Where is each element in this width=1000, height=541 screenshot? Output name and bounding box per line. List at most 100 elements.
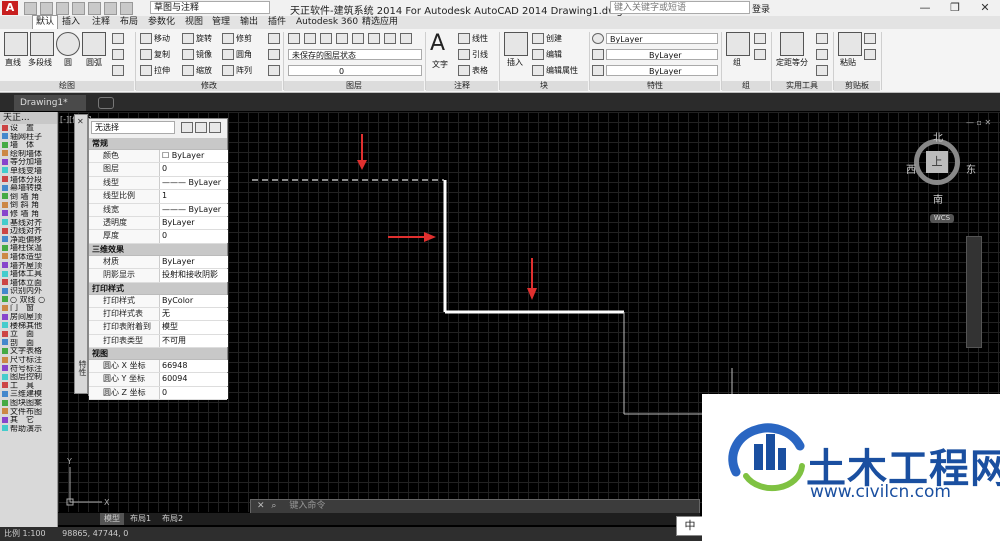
tool-menu-item[interactable]: 倒 墙 角 bbox=[0, 193, 57, 202]
tool-menu-item[interactable]: 图块图案 bbox=[0, 399, 57, 408]
edit-block-button[interactable]: 编辑 bbox=[532, 49, 562, 60]
tool-menu-item[interactable]: 基线对齐 bbox=[0, 219, 57, 228]
cut-icon[interactable] bbox=[864, 33, 876, 44]
tab-layout1[interactable]: 布局1 bbox=[126, 513, 155, 525]
save-icon[interactable] bbox=[56, 2, 69, 15]
property-value[interactable]: 0 bbox=[159, 230, 228, 243]
insert-block-button[interactable]: 插入 bbox=[507, 57, 523, 68]
edit-attribute-button[interactable]: 编辑属性 bbox=[532, 65, 578, 76]
property-row[interactable]: 厚度 0 bbox=[89, 230, 228, 244]
tab-layout[interactable]: 布局 bbox=[120, 16, 138, 29]
hatch-icon[interactable] bbox=[112, 49, 124, 60]
tool-menu-item[interactable]: 墙齐屋顶 bbox=[0, 262, 57, 271]
tool-menu-item[interactable]: 边线对齐 bbox=[0, 227, 57, 236]
scale-readout[interactable]: 比例 1:100 bbox=[4, 529, 46, 538]
properties-palette-titlebar[interactable]: ✕ 特性 bbox=[74, 114, 88, 394]
property-row[interactable]: 圆心 Y 坐标 60094 bbox=[89, 373, 228, 387]
current-layer-select[interactable]: 0 bbox=[288, 65, 422, 76]
workspace-select[interactable]: 草图与注释 bbox=[150, 1, 270, 14]
property-value[interactable]: 不可用 bbox=[159, 334, 228, 348]
autocad-logo-icon[interactable]: A bbox=[2, 1, 18, 15]
selection-select[interactable]: 无选择 bbox=[91, 121, 175, 134]
insert-block-icon[interactable] bbox=[504, 32, 528, 56]
restore-button[interactable]: ❐ bbox=[940, 0, 970, 16]
search-input[interactable]: 键入关键字或短语 bbox=[610, 1, 750, 14]
circle-icon[interactable] bbox=[56, 32, 80, 56]
tool-menu-item[interactable]: 尺寸标注 bbox=[0, 356, 57, 365]
linetype-select[interactable]: ByLayer bbox=[606, 65, 718, 76]
annotation-panel-label[interactable]: 注释 bbox=[426, 81, 498, 91]
erase-icon[interactable] bbox=[268, 33, 280, 44]
tool-menu-item[interactable]: 三维建模 bbox=[0, 390, 57, 399]
tab-plugins[interactable]: 插件 bbox=[268, 16, 286, 29]
property-row[interactable]: 透明度 ByLayer bbox=[89, 216, 228, 231]
login-link[interactable]: 登录 bbox=[752, 2, 770, 15]
layer-lock-icon[interactable] bbox=[352, 33, 364, 44]
measure-button[interactable]: 定距等分 bbox=[776, 57, 808, 68]
command-search-icon[interactable]: ⌕ bbox=[271, 501, 276, 511]
layer-state-select[interactable]: 未保存的图层状态 bbox=[288, 49, 422, 60]
tool-menu-item[interactable]: 楼梯其他 bbox=[0, 322, 57, 331]
tab-insert[interactable]: 插入 bbox=[62, 16, 80, 29]
layer-properties-icon[interactable] bbox=[288, 33, 300, 44]
copy-clip-icon[interactable] bbox=[864, 49, 876, 60]
property-section-header[interactable]: 视图 bbox=[89, 348, 227, 361]
property-value[interactable]: 0 bbox=[159, 163, 228, 176]
polyline-icon[interactable] bbox=[30, 32, 54, 56]
property-row[interactable]: 线宽 ——— ByLayer bbox=[89, 203, 228, 217]
palette-close-icon[interactable]: ✕ bbox=[77, 117, 84, 126]
layer-walk-icon[interactable] bbox=[400, 33, 412, 44]
toggle-pickadd-icon[interactable] bbox=[181, 122, 193, 133]
table-button[interactable]: 表格 bbox=[458, 65, 488, 76]
move-button[interactable]: 移动 bbox=[140, 33, 170, 44]
compass-north[interactable]: 北 bbox=[933, 129, 943, 144]
tool-menu-item[interactable]: 倒 斜 角 bbox=[0, 201, 57, 210]
tool-menu-item[interactable]: 墙柱保温 bbox=[0, 244, 57, 253]
tool-menu-item[interactable]: 修 墙 角 bbox=[0, 210, 57, 219]
property-value[interactable]: 1 bbox=[159, 190, 228, 203]
tool-menu-item[interactable]: 墙体造型 bbox=[0, 253, 57, 262]
doc-tab-drawing1[interactable]: Drawing1* bbox=[14, 95, 86, 111]
tab-view[interactable]: 视图 bbox=[185, 16, 203, 29]
property-value[interactable]: ByLayer bbox=[159, 255, 228, 269]
id-point-icon[interactable] bbox=[816, 33, 828, 44]
layer-match-icon[interactable] bbox=[368, 33, 380, 44]
property-row[interactable]: 打印样式表 无 bbox=[89, 307, 228, 322]
scale-button[interactable]: 缩放 bbox=[182, 65, 212, 76]
close-button[interactable]: ✕ bbox=[970, 0, 1000, 16]
viewcube-face-top[interactable]: 上 bbox=[926, 151, 948, 173]
line-icon[interactable] bbox=[4, 32, 28, 56]
command-close-icon[interactable]: ✕ bbox=[257, 501, 265, 511]
group-button[interactable]: 组 bbox=[733, 57, 741, 68]
property-row[interactable]: 线型 ——— ByLayer bbox=[89, 176, 228, 191]
groups-panel-label[interactable]: 组 bbox=[722, 81, 770, 91]
tool-menu-item[interactable]: 墙 体 bbox=[0, 141, 57, 150]
viewcube[interactable]: 上 北 南 东 西 bbox=[906, 133, 976, 206]
tool-menu-item[interactable]: 单线变墙 bbox=[0, 167, 57, 176]
tab-annotate[interactable]: 注释 bbox=[92, 16, 110, 29]
gradient-icon[interactable] bbox=[112, 65, 124, 76]
tool-menu-item[interactable]: 轴网柱子 bbox=[0, 133, 57, 142]
property-value[interactable]: ☐ ByLayer bbox=[159, 150, 228, 163]
print-icon[interactable] bbox=[88, 2, 101, 15]
trim-button[interactable]: 修剪 bbox=[222, 33, 252, 44]
paste-button[interactable]: 粘贴 bbox=[840, 57, 856, 68]
property-section-header[interactable]: 三维效果 bbox=[89, 243, 227, 256]
tool-menu-item[interactable]: 立 面 bbox=[0, 330, 57, 339]
minimize-button[interactable]: — bbox=[910, 0, 940, 16]
tool-menu-item[interactable]: 图层控制 bbox=[0, 373, 57, 382]
layer-freeze-icon[interactable] bbox=[336, 33, 348, 44]
tab-manage[interactable]: 管理 bbox=[212, 16, 230, 29]
tool-menu-item[interactable]: 识别内外 bbox=[0, 287, 57, 296]
offset-icon[interactable] bbox=[268, 65, 280, 76]
tool-menu-item[interactable]: 绘制墙体 bbox=[0, 150, 57, 159]
mirror-button[interactable]: 镜像 bbox=[182, 49, 212, 60]
properties-panel-label[interactable]: 特性 bbox=[590, 81, 720, 91]
utilities-panel-label[interactable]: 实用工具 bbox=[772, 81, 832, 91]
paste-icon[interactable] bbox=[838, 32, 862, 56]
select-objects-icon[interactable] bbox=[195, 122, 207, 133]
property-value[interactable]: ByColor bbox=[159, 294, 228, 307]
property-value[interactable]: 投射和接收阴影 bbox=[159, 269, 228, 282]
property-value[interactable]: 无 bbox=[159, 307, 228, 321]
tool-menu-item[interactable]: 墙体工具 bbox=[0, 270, 57, 279]
